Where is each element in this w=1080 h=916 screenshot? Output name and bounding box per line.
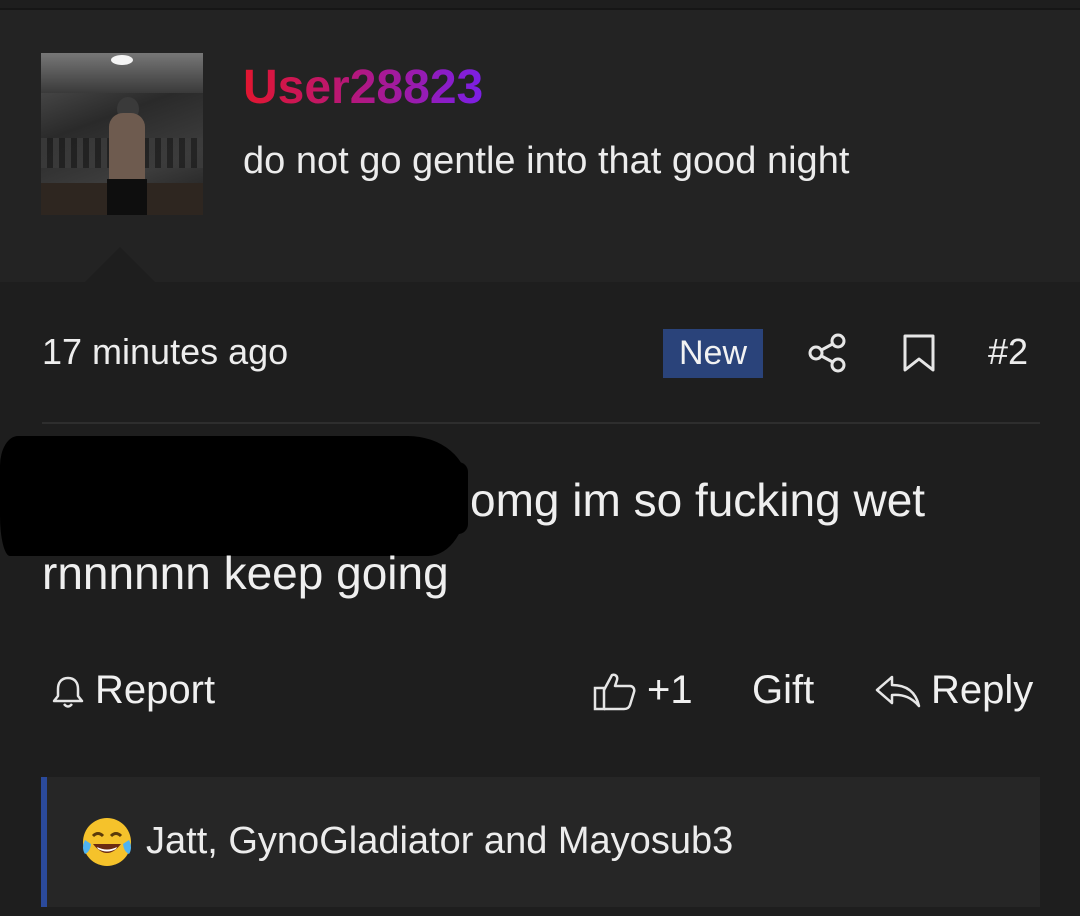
reply-icon [875,675,921,708]
bell-icon [52,676,84,708]
share-icon[interactable] [806,332,848,374]
new-badge: New [663,329,763,378]
comment-text-line-2: rnnnnnn keep going [42,547,449,599]
thumbs-up-icon [593,673,636,711]
reply-label: Reply [931,668,1034,712]
avatar-person-pants [107,179,147,215]
comment-divider [42,422,1040,424]
user-status-text: do not go gentle into that good night [243,140,850,182]
avatar-light [111,55,133,65]
comment-timestamp: 17 minutes ago [42,331,289,372]
bookmark-icon[interactable] [902,333,936,373]
comment-text-line-1: omg im so fucking wet [470,474,926,526]
avatar[interactable] [41,53,203,215]
like-count: +1 [647,668,693,712]
username[interactable]: User28823 [243,60,483,116]
header-pointer [84,247,156,283]
reactions-users-text[interactable]: Jatt, GynoGladiator and Mayosub3 [146,817,733,865]
comment-number[interactable]: #2 [988,330,1028,374]
redaction-mark-tail [360,462,468,534]
gift-button[interactable]: Gift [752,665,814,715]
reactions-accent-bar [41,777,47,907]
report-label: Report [95,668,216,712]
laughing-crying-face-icon [83,818,131,866]
